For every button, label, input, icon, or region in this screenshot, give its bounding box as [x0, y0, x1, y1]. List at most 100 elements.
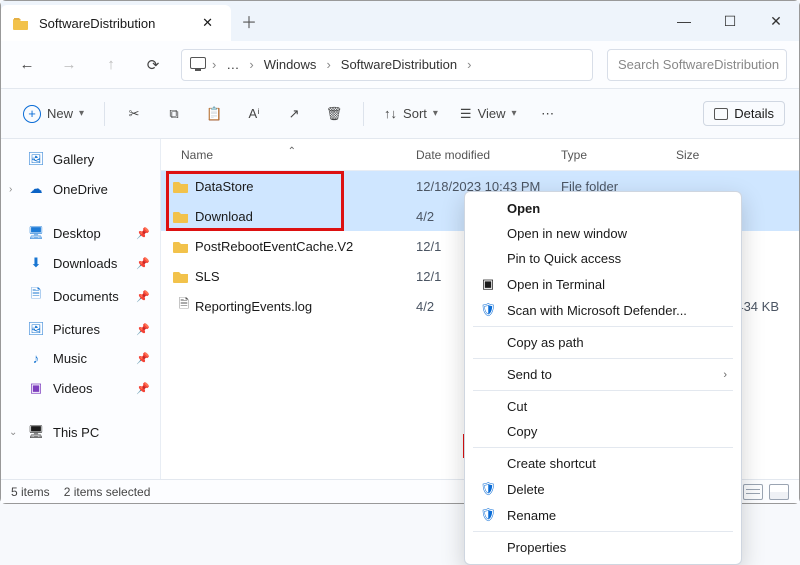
chevron-right-icon: › [723, 369, 727, 381]
shield-icon: 🛡 [479, 302, 497, 318]
plus-circle-icon: + [23, 105, 41, 123]
refresh-button[interactable]: ⟳ [139, 51, 167, 79]
ctx-open-new-window[interactable]: Open in new window [465, 221, 741, 246]
pin-icon: 📌 [136, 382, 150, 395]
desktop-icon: 🖥 [27, 225, 45, 241]
list-icon: ☰ [460, 106, 472, 122]
ctx-delete[interactable]: 🛡Delete [465, 476, 741, 502]
shield-icon: 🛡 [479, 507, 497, 523]
clipboard-icon: 📋 [206, 106, 222, 122]
command-bar: + New ▾ ✂ ⧉ 📋 Aⁱ ↗ 🗑 ↑↓ Sort ▾ ☰ View ▾ … [1, 89, 799, 139]
nav-bar: ← → ↑ ⟳ › … › Windows › SoftwareDistribu… [1, 41, 799, 89]
rename-icon: Aⁱ [249, 106, 260, 122]
navigation-pane: 🖼 Gallery › ☁ OneDrive 🖥 Desktop 📌 ⬇ Dow… [1, 139, 161, 479]
ctx-properties[interactable]: Properties [465, 535, 741, 560]
chevron-right-icon: › [212, 57, 216, 72]
shield-icon: 🛡 [479, 481, 497, 497]
column-type[interactable]: Type [561, 148, 676, 162]
details-icon [714, 108, 728, 120]
column-name[interactable]: Name⌃ [161, 148, 416, 162]
pin-icon: 📌 [136, 257, 150, 270]
ctx-cut[interactable]: Cut [465, 394, 741, 419]
breadcrumb-softwaredistribution[interactable]: SoftwareDistribution [337, 55, 461, 74]
close-button[interactable]: ✕ [753, 1, 799, 41]
ctx-open[interactable]: Open [465, 196, 741, 221]
rename-button[interactable]: Aⁱ [237, 100, 271, 128]
view-large-button[interactable] [769, 484, 789, 500]
sidebar-item-music[interactable]: ♪ Music 📌 [3, 345, 158, 372]
chevron-right-icon: › [326, 57, 330, 72]
address-bar[interactable]: › … › Windows › SoftwareDistribution › [181, 49, 593, 81]
pin-icon: 📌 [136, 290, 150, 303]
ctx-copy[interactable]: Copy [465, 419, 741, 444]
pc-icon: 🖥 [27, 424, 45, 440]
chevron-down-icon: ▾ [79, 108, 84, 119]
sidebar-item-thispc[interactable]: ⌄ 🖥 This PC [3, 418, 158, 446]
forward-button[interactable]: → [55, 51, 83, 79]
details-label: Details [734, 106, 774, 121]
sort-icon: ↑↓ [384, 106, 397, 121]
share-button[interactable]: ↗ [277, 100, 311, 128]
up-button[interactable]: ↑ [97, 51, 125, 79]
sidebar-item-documents[interactable]: 🗎 Documents 📌 [3, 279, 158, 313]
context-menu: Open Open in new window Pin to Quick acc… [464, 191, 742, 565]
chevron-right-icon: › [9, 184, 12, 195]
sort-asc-icon: ⌃ [288, 146, 296, 157]
menu-separator [473, 358, 733, 359]
column-date[interactable]: Date modified [416, 148, 561, 162]
ctx-rename[interactable]: 🛡Rename [465, 502, 741, 528]
copy-button[interactable]: ⧉ [157, 100, 191, 128]
folder-icon [13, 16, 29, 30]
status-item-count: 5 items [11, 485, 50, 499]
ctx-pin-quick-access[interactable]: Pin to Quick access [465, 246, 741, 271]
pictures-icon: 🖼 [27, 321, 45, 337]
sidebar-item-gallery[interactable]: 🖼 Gallery [3, 145, 158, 173]
ctx-create-shortcut[interactable]: Create shortcut [465, 451, 741, 476]
new-button[interactable]: + New ▾ [15, 99, 92, 129]
search-input[interactable]: Search SoftwareDistribution [607, 49, 787, 81]
separator [363, 102, 364, 126]
ctx-open-terminal[interactable]: ▣Open in Terminal [465, 271, 741, 297]
view-details-button[interactable] [743, 484, 763, 500]
folder-icon [173, 179, 195, 193]
sidebar-item-videos[interactable]: ▣ Videos 📌 [3, 374, 158, 402]
window-tab[interactable]: SoftwareDistribution ✕ [1, 5, 231, 41]
sidebar-item-desktop[interactable]: 🖥 Desktop 📌 [3, 219, 158, 247]
sidebar-item-label: Desktop [53, 226, 101, 241]
sort-button[interactable]: ↑↓ Sort ▾ [376, 100, 446, 127]
column-size[interactable]: Size [676, 148, 799, 162]
cut-button[interactable]: ✂ [117, 100, 151, 128]
sidebar-item-downloads[interactable]: ⬇ Downloads 📌 [3, 249, 158, 277]
details-pane-button[interactable]: Details [703, 101, 785, 126]
new-tab-button[interactable]: ＋ [231, 1, 267, 41]
folder-icon [173, 209, 195, 223]
textfile-icon: 🗎 [173, 295, 195, 317]
sidebar-item-onedrive[interactable]: › ☁ OneDrive [3, 175, 158, 203]
title-bar: SoftwareDistribution ✕ ＋ ― ☐ ✕ [1, 1, 799, 41]
more-button[interactable]: ⋯ [531, 100, 565, 128]
sidebar-item-label: This PC [53, 425, 99, 440]
delete-button[interactable]: 🗑 [317, 100, 351, 128]
tab-close-button[interactable]: ✕ [196, 13, 219, 33]
breadcrumb-more[interactable]: … [222, 55, 243, 74]
sidebar-item-pictures[interactable]: 🖼 Pictures 📌 [3, 315, 158, 343]
new-label: New [47, 106, 73, 121]
ctx-copy-as-path[interactable]: Copy as path [465, 330, 741, 355]
pin-icon: 📌 [136, 323, 150, 336]
sidebar-item-label: Pictures [53, 322, 100, 337]
folder-icon [173, 269, 195, 283]
breadcrumb-windows[interactable]: Windows [260, 55, 321, 74]
ctx-send-to[interactable]: Send to› [465, 362, 741, 387]
music-icon: ♪ [27, 351, 45, 366]
folder-icon [173, 239, 195, 253]
menu-separator [473, 390, 733, 391]
gallery-icon: 🖼 [27, 151, 45, 167]
paste-button[interactable]: 📋 [197, 100, 231, 128]
maximize-button[interactable]: ☐ [707, 1, 753, 41]
back-button[interactable]: ← [13, 51, 41, 79]
pin-icon: 📌 [136, 227, 150, 240]
minimize-button[interactable]: ― [661, 1, 707, 41]
ctx-scan-defender[interactable]: 🛡Scan with Microsoft Defender... [465, 297, 741, 323]
menu-separator [473, 531, 733, 532]
view-button[interactable]: ☰ View ▾ [452, 100, 525, 128]
